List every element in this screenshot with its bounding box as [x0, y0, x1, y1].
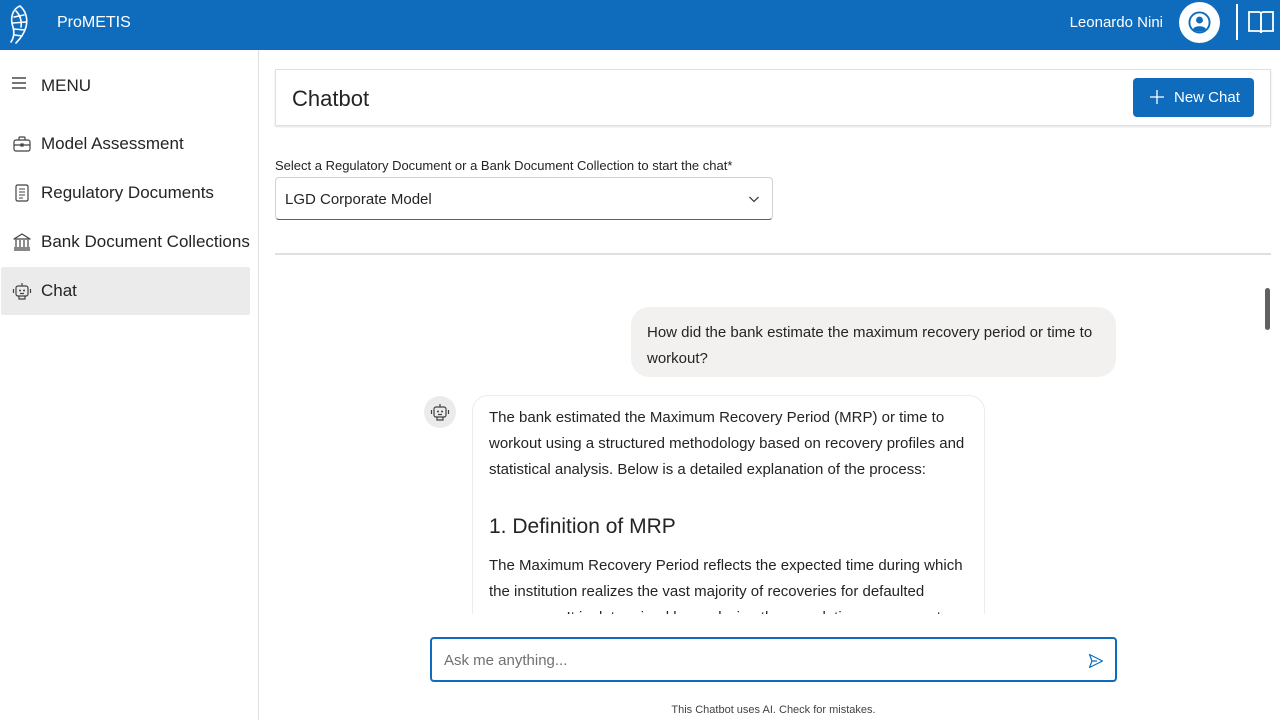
briefcase-icon — [13, 136, 31, 152]
prometis-logo-icon — [10, 5, 28, 44]
bot-icon — [430, 404, 450, 421]
bot-message-heading: 1. Definition of MRP — [489, 515, 676, 538]
sidebar-item-chat[interactable]: Chat — [1, 267, 250, 315]
new-chat-label: New Chat — [1174, 89, 1240, 106]
page-title: Chatbot — [292, 86, 370, 111]
sidebar-item-label: Regulatory Documents — [41, 183, 214, 202]
sidebar-item-label: Bank Document Collections — [41, 232, 250, 251]
user-icon — [1188, 11, 1211, 34]
bot-message: The bank estimated the Maximum Recovery … — [472, 395, 985, 614]
sidebar-item-bank-document-collections[interactable]: Bank Document Collections — [1, 218, 250, 266]
sidebar-item-regulatory-documents[interactable]: Regulatory Documents — [1, 169, 250, 217]
bot-message-intro: The bank estimated the Maximum Recovery … — [489, 409, 965, 478]
book-icon[interactable] — [1247, 9, 1275, 35]
sidebar-item-model-assessment[interactable]: Model Assessment — [1, 120, 250, 168]
chat-input-box — [430, 637, 1117, 682]
document-select-value: LGD Corporate Model — [285, 191, 432, 208]
ai-disclaimer: This Chatbot uses AI. Check for mistakes… — [671, 704, 876, 716]
hamburger-icon — [12, 77, 26, 89]
send-icon — [1088, 653, 1104, 668]
app-title: ProMETIS — [57, 14, 131, 31]
user-avatar[interactable] — [1179, 2, 1220, 43]
chat-message-list: How did the bank estimate the maximum re… — [275, 256, 1265, 614]
user-name: Leonardo Nini — [1069, 14, 1163, 31]
chat-scrollbar[interactable] — [1265, 288, 1270, 330]
bot-avatar — [424, 396, 456, 428]
bot-icon — [12, 283, 32, 300]
bank-icon — [13, 233, 31, 251]
bot-message-body: The Maximum Recovery Period reflects the… — [489, 557, 963, 614]
topbar-divider — [1236, 4, 1238, 40]
plus-icon — [1150, 90, 1164, 104]
section-divider — [275, 253, 1271, 255]
user-message: How did the bank estimate the maximum re… — [631, 307, 1116, 377]
sidebar: MENU Model Assessment Regulatory Documen… — [0, 50, 259, 720]
chat-input[interactable] — [444, 649, 1074, 671]
sidebar-item-label: Chat — [41, 281, 77, 300]
page-header-card: Chatbot New Chat — [275, 69, 1271, 126]
document-select-label: Select a Regulatory Document or a Bank D… — [275, 158, 733, 173]
top-bar: ProMETIS Leonardo Nini — [0, 0, 1280, 50]
document-select[interactable]: LGD Corporate Model — [275, 177, 773, 220]
document-icon — [15, 184, 29, 202]
chevron-down-icon — [749, 196, 759, 203]
new-chat-button[interactable]: New Chat — [1133, 78, 1254, 117]
send-button[interactable] — [1086, 652, 1106, 672]
menu-label: MENU — [41, 76, 92, 95]
menu-toggle[interactable]: MENU — [0, 60, 258, 110]
sidebar-item-label: Model Assessment — [41, 134, 184, 153]
